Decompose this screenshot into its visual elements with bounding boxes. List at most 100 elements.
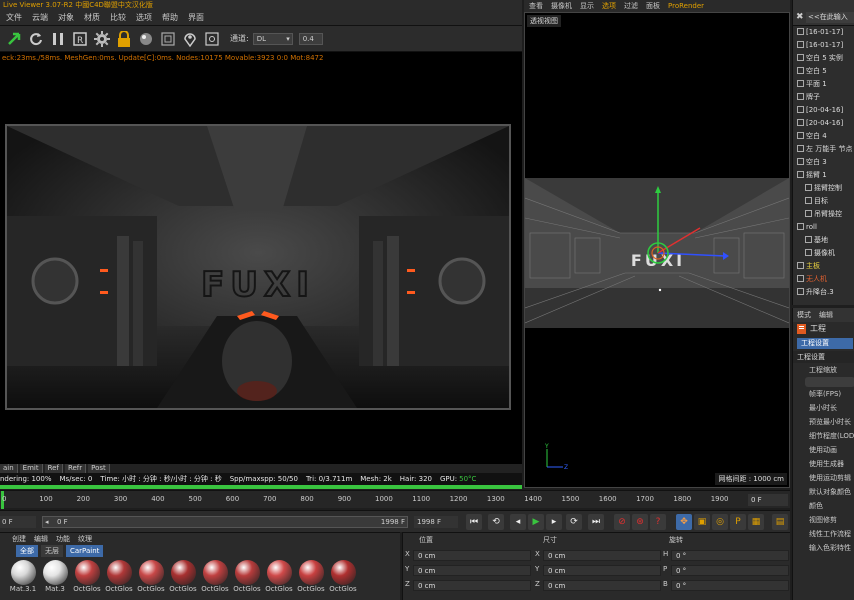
tab-post[interactable]: Post <box>88 464 110 473</box>
object-item[interactable]: 空白 4 <box>793 130 854 143</box>
object-item[interactable]: 空白 3 <box>793 156 854 169</box>
lv-menu-cloud[interactable]: 云端 <box>32 12 48 23</box>
go-to-end-icon[interactable]: ⏭ <box>588 514 604 530</box>
next-frame-icon[interactable]: ▸ <box>546 514 562 530</box>
pin-icon[interactable] <box>182 31 198 47</box>
lv-menu-help[interactable]: 帮助 <box>162 12 178 23</box>
size-field[interactable]: 0 cm <box>543 565 661 576</box>
filter-no-layer[interactable]: 无层 <box>41 545 63 557</box>
current-frame-field[interactable]: 0 F <box>748 494 788 506</box>
vp-menu-options[interactable]: 选项 <box>602 1 616 11</box>
material-swatch[interactable]: OctGlos <box>297 560 325 593</box>
filter-all[interactable]: 全部 <box>16 545 38 557</box>
param-key-icon[interactable]: P <box>730 514 746 530</box>
vp-menu-panel[interactable]: 面板 <box>646 1 660 11</box>
vp-menu-filter[interactable]: 过滤 <box>624 1 638 11</box>
lv-menu-interface[interactable]: 界面 <box>188 12 204 23</box>
vp-menu-display[interactable]: 显示 <box>580 1 594 11</box>
mat-menu-function[interactable]: 功能 <box>56 533 70 545</box>
timeline-ruler[interactable]: 0 100 200 300 400 500 600 700 800 900 1000 1100 1200… <box>0 490 790 509</box>
material-swatch[interactable]: OctGlos <box>233 560 261 593</box>
frame-icon[interactable] <box>160 31 176 47</box>
lv-menu-object[interactable]: 对象 <box>58 12 74 23</box>
object-item[interactable]: 摇臂控制 <box>793 182 854 195</box>
lock-icon[interactable] <box>116 30 132 47</box>
material-ball-icon[interactable] <box>138 31 154 47</box>
rotate-key-icon[interactable]: ◎ <box>712 514 728 530</box>
channel-select[interactable]: DL ▾ <box>252 32 293 45</box>
mat-menu-edit[interactable]: 编辑 <box>34 533 48 545</box>
position-field[interactable]: 0 cm <box>413 580 531 591</box>
object-item[interactable]: 无人机 <box>793 273 854 286</box>
lv-menu-material[interactable]: 材质 <box>84 12 100 23</box>
autokey-icon[interactable]: ⊛ <box>632 514 648 530</box>
mat-menu-texture[interactable]: 纹理 <box>78 533 92 545</box>
rotation-field[interactable]: 0 ° <box>671 565 789 576</box>
material-swatch[interactable]: OctGlos <box>169 560 197 593</box>
lv-menu-compare[interactable]: 比较 <box>110 12 126 23</box>
tab-refr[interactable]: Refr <box>64 464 87 473</box>
lv-menu-file[interactable]: 文件 <box>6 12 22 23</box>
end-frame-field[interactable]: 1998 F <box>414 516 458 528</box>
close-icon[interactable]: ✖ <box>796 12 804 22</box>
object-item[interactable]: [16-01-17] <box>793 39 854 52</box>
start-frame-field[interactable]: 0 F <box>0 516 36 528</box>
object-item[interactable]: roll <box>793 221 854 234</box>
material-swatch[interactable]: Mat.3.1 <box>10 560 36 593</box>
restart-icon[interactable] <box>28 31 44 47</box>
object-item[interactable]: 牌子 <box>793 91 854 104</box>
focus-icon[interactable] <box>204 31 220 47</box>
material-swatch[interactable]: OctGlos <box>105 560 133 593</box>
material-swatch[interactable]: OctGlos <box>329 560 357 593</box>
render-view[interactable]: FUXI <box>0 64 522 464</box>
object-item[interactable]: 空白 5 <box>793 65 854 78</box>
vp-menu-view[interactable]: 查看 <box>529 1 543 11</box>
project-settings-tab[interactable]: 工程设置 <box>797 338 853 349</box>
material-swatch[interactable]: OctGlos <box>73 560 101 593</box>
object-item[interactable]: 目标 <box>793 195 854 208</box>
pause-icon[interactable] <box>50 31 66 47</box>
depth-field[interactable]: 0.4 <box>298 32 323 45</box>
rotation-field[interactable]: 0 ° <box>671 580 789 591</box>
region-render-icon[interactable]: R <box>72 31 88 47</box>
play-icon[interactable]: ▶ <box>528 514 544 530</box>
object-item[interactable]: 摄像机 <box>793 247 854 260</box>
rotation-field[interactable]: 0 ° <box>671 550 789 561</box>
next-key-icon[interactable]: ⟳ <box>566 514 582 530</box>
material-swatch[interactable]: OctGlos <box>137 560 165 593</box>
perspective-viewport[interactable]: 透视视图 FUXI Y Z 网格间距: 1000 cm <box>524 12 790 488</box>
pla-key-icon[interactable]: ▦ <box>748 514 764 530</box>
size-field[interactable]: 0 cm <box>543 550 661 561</box>
tab-main[interactable]: ain <box>0 464 18 473</box>
timeline-window-icon[interactable]: ▤ <box>772 514 788 530</box>
move-key-icon[interactable]: ✥ <box>676 514 692 530</box>
object-item[interactable]: 主板 <box>793 260 854 273</box>
object-item[interactable]: 基地 <box>793 234 854 247</box>
object-item[interactable]: 平面 1 <box>793 78 854 91</box>
scale-button[interactable] <box>805 377 854 387</box>
record-icon[interactable]: ⊘ <box>614 514 630 530</box>
go-to-start-icon[interactable]: ⏮ <box>466 514 482 530</box>
mat-menu-create[interactable]: 创建 <box>12 533 26 545</box>
tab-edit[interactable]: 编辑 <box>819 308 833 322</box>
gear-icon[interactable] <box>94 30 110 47</box>
object-item[interactable]: 空白 5 实例 <box>793 52 854 65</box>
tab-mode[interactable]: 模式 <box>797 308 811 322</box>
object-item[interactable]: [20-04-16] <box>793 117 854 130</box>
object-item[interactable]: 吊臂操控 <box>793 208 854 221</box>
object-item[interactable]: 升降台.3 <box>793 286 854 299</box>
frame-range-slider[interactable]: ◂ 0 F 1998 F <box>42 516 408 528</box>
object-search-input[interactable]: <<在此输入 <box>806 12 854 23</box>
material-swatch[interactable]: Mat.3 <box>42 560 68 593</box>
keyframe-help-icon[interactable]: ? <box>650 514 666 530</box>
material-swatch[interactable]: OctGlos <box>201 560 229 593</box>
tab-emit[interactable]: Emit <box>19 464 43 473</box>
object-item[interactable]: 左 万能手 节点 <box>793 143 854 156</box>
previous-key-icon[interactable]: ⟲ <box>488 514 504 530</box>
object-item[interactable]: 摇臂 1 <box>793 169 854 182</box>
material-swatch[interactable]: OctGlos <box>265 560 293 593</box>
position-field[interactable]: 0 cm <box>413 550 531 561</box>
filter-carpaint[interactable]: CarPaint <box>66 545 104 557</box>
tab-ref[interactable]: Ref <box>44 464 63 473</box>
send-scene-icon[interactable] <box>6 31 22 47</box>
